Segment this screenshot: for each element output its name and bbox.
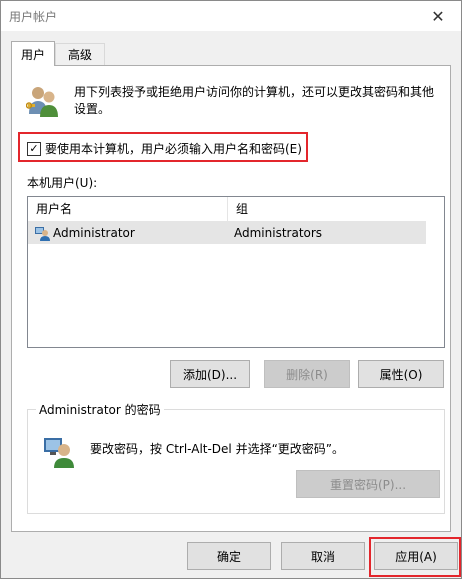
password-instructions: 要改密码，按 Ctrl-Alt-Del 并选择“更改密码”。 — [90, 442, 345, 456]
column-header-group[interactable]: 组 — [228, 197, 426, 221]
checkmark-icon: ✓ — [29, 141, 39, 155]
remove-user-button[interactable]: 删除(R) — [264, 360, 350, 388]
user-accounts-dialog: 用户帐户 ✕ 用户 高级 用下列表授予或拒绝用户访问你的计算机，还可以更改其密码… — [0, 0, 462, 579]
window-title: 用户帐户 — [9, 10, 58, 24]
apply-button-highlight-box — [369, 537, 461, 577]
close-icon[interactable]: ✕ — [415, 1, 461, 31]
reset-password-button[interactable]: 重置密码(P)... — [296, 470, 440, 498]
local-users-list[interactable]: 用户名 组 Administrator Administrators — [27, 196, 445, 348]
require-login-option[interactable]: ✓ 要使用本计算机，用户必须输入用户名和密码(E) — [27, 140, 302, 157]
user-password-icon — [44, 438, 74, 468]
password-group-title: Administrator 的密码 — [36, 401, 164, 418]
username-text: Administrator — [53, 226, 135, 240]
users-tab-pane: 用下列表授予或拒绝用户访问你的计算机，还可以更改其密码和其他设置。 ✓ 要使用本… — [11, 65, 451, 532]
add-user-button[interactable]: 添加(D)... — [170, 360, 250, 388]
title-bar: 用户帐户 ✕ — [1, 1, 461, 31]
password-group: Administrator 的密码 要改密码，按 Ctrl-Alt-Del 并选… — [27, 401, 445, 514]
cell-group: Administrators — [234, 226, 323, 240]
tab-advanced[interactable]: 高级 — [55, 43, 105, 65]
local-users-label: 本机用户(U): — [27, 176, 98, 190]
column-header-username[interactable]: 用户名 — [28, 197, 228, 221]
table-row[interactable]: Administrator Administrators — [28, 222, 426, 244]
list-header: 用户名 组 — [28, 197, 426, 222]
require-login-label[interactable]: 要使用本计算机，用户必须输入用户名和密码(E) — [45, 140, 302, 157]
user-icon — [35, 227, 50, 241]
tab-users[interactable]: 用户 — [11, 41, 55, 66]
ok-button[interactable]: 确定 — [187, 542, 271, 570]
intro-description: 用下列表授予或拒绝用户访问你的计算机，还可以更改其密码和其他设置。 — [74, 85, 435, 116]
cancel-button[interactable]: 取消 — [281, 542, 365, 570]
users-icon — [26, 87, 58, 117]
cell-username: Administrator — [28, 222, 228, 244]
properties-button[interactable]: 属性(O) — [358, 360, 444, 388]
require-login-checkbox[interactable]: ✓ — [27, 141, 41, 156]
